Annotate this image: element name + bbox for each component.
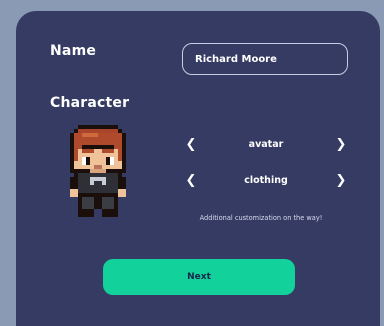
character-setup-panel: Name Character [16,11,380,326]
name-label: Name [50,43,97,59]
clothing-selector: ❮ clothing ❯ [180,171,352,191]
avatar-selector: ❮ avatar ❯ [180,135,352,155]
character-label: Character [50,95,130,111]
chevron-left-icon[interactable]: ❮ [182,135,200,155]
chevron-left-icon[interactable]: ❮ [182,171,200,191]
chevron-right-icon[interactable]: ❯ [332,171,350,191]
next-button[interactable]: Next [103,259,295,295]
chevron-right-icon[interactable]: ❯ [332,135,350,155]
avatar-option-label: avatar [248,139,284,150]
customization-note: Additional customization on the way! [199,214,323,222]
character-avatar [70,125,126,217]
screen: Name Character [0,0,384,326]
clothing-option-label: clothing [244,175,288,186]
name-input[interactable] [182,43,348,75]
